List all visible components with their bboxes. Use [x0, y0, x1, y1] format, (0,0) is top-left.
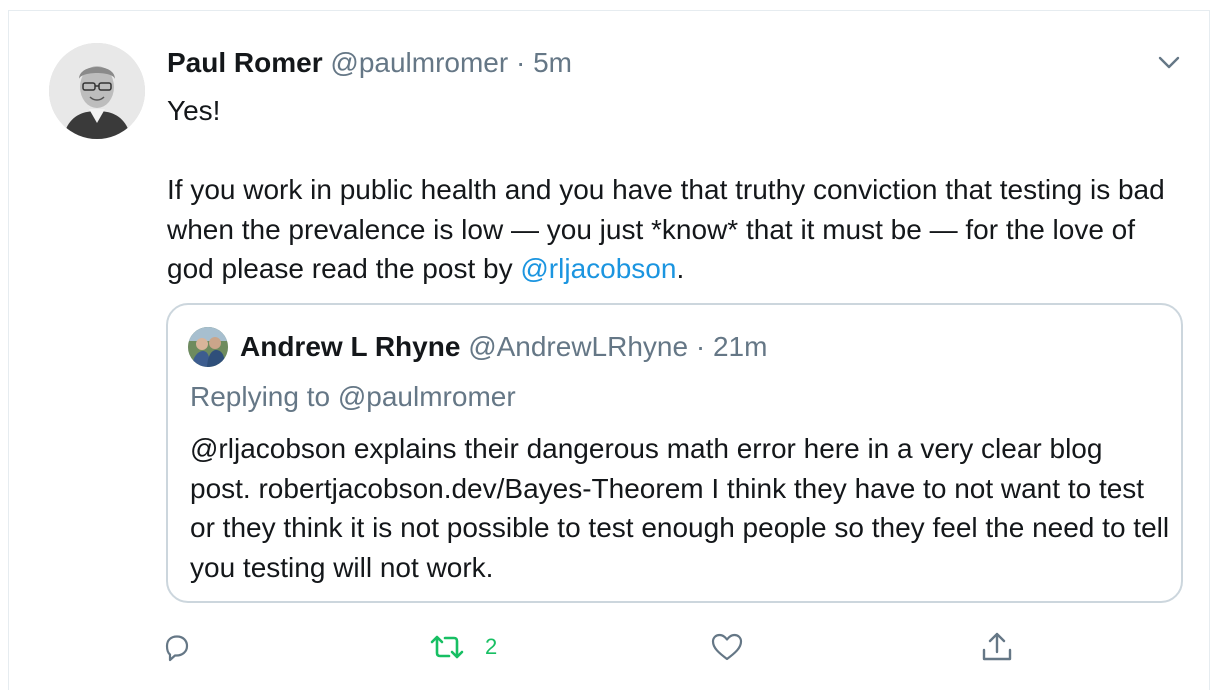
author-handle[interactable]: @paulmromer: [330, 47, 508, 78]
chevron-down-icon[interactable]: [1155, 49, 1183, 77]
share-icon: [979, 630, 1015, 664]
quoted-tweet-time[interactable]: 21m: [713, 331, 767, 362]
quoted-tweet-text: @rljacobson explains their dangerous mat…: [190, 433, 1170, 583]
tweet-text-line1: Yes!: [167, 95, 221, 126]
quoted-author-handle[interactable]: @AndrewLRhyne: [468, 331, 688, 362]
reply-icon: [159, 630, 193, 664]
quoted-separator-dot: ·: [688, 331, 713, 362]
tweet-text-paragraph: If you work in public health and you hav…: [167, 170, 1177, 289]
quoted-author-avatar[interactable]: [188, 327, 228, 367]
quoted-tweet-header: Andrew L Rhyne @AndrewLRhyne · 21m: [240, 329, 767, 365]
retweet-icon: [429, 630, 465, 664]
like-icon: [709, 630, 745, 664]
tweet-text: Yes! If you work in public health and yo…: [167, 91, 1177, 289]
author-avatar[interactable]: [49, 43, 145, 139]
reply-button[interactable]: [159, 627, 193, 667]
mention-link[interactable]: @rljacobson: [520, 253, 676, 284]
quoted-author-name[interactable]: Andrew L Rhyne: [240, 331, 460, 362]
tweet-text-after-mention: .: [676, 253, 685, 284]
retweet-button[interactable]: 2: [429, 627, 497, 667]
quoted-tweet[interactable]: Andrew L Rhyne @AndrewLRhyne · 21m Reply…: [166, 303, 1183, 603]
replying-to: Replying to @paulmromer: [190, 381, 516, 412]
share-button[interactable]: [979, 627, 1015, 667]
retweet-count: 2: [485, 634, 498, 659]
tweet-card[interactable]: Paul Romer @paulmromer · 5m Yes! If you …: [8, 10, 1210, 690]
tweet-actions: 2: [9, 627, 1211, 667]
like-button[interactable]: [709, 627, 745, 667]
tweet-time[interactable]: 5m: [533, 47, 572, 78]
tweet-header: Paul Romer @paulmromer · 5m: [167, 45, 572, 81]
separator-dot: ·: [508, 47, 534, 78]
author-name[interactable]: Paul Romer: [167, 47, 323, 78]
